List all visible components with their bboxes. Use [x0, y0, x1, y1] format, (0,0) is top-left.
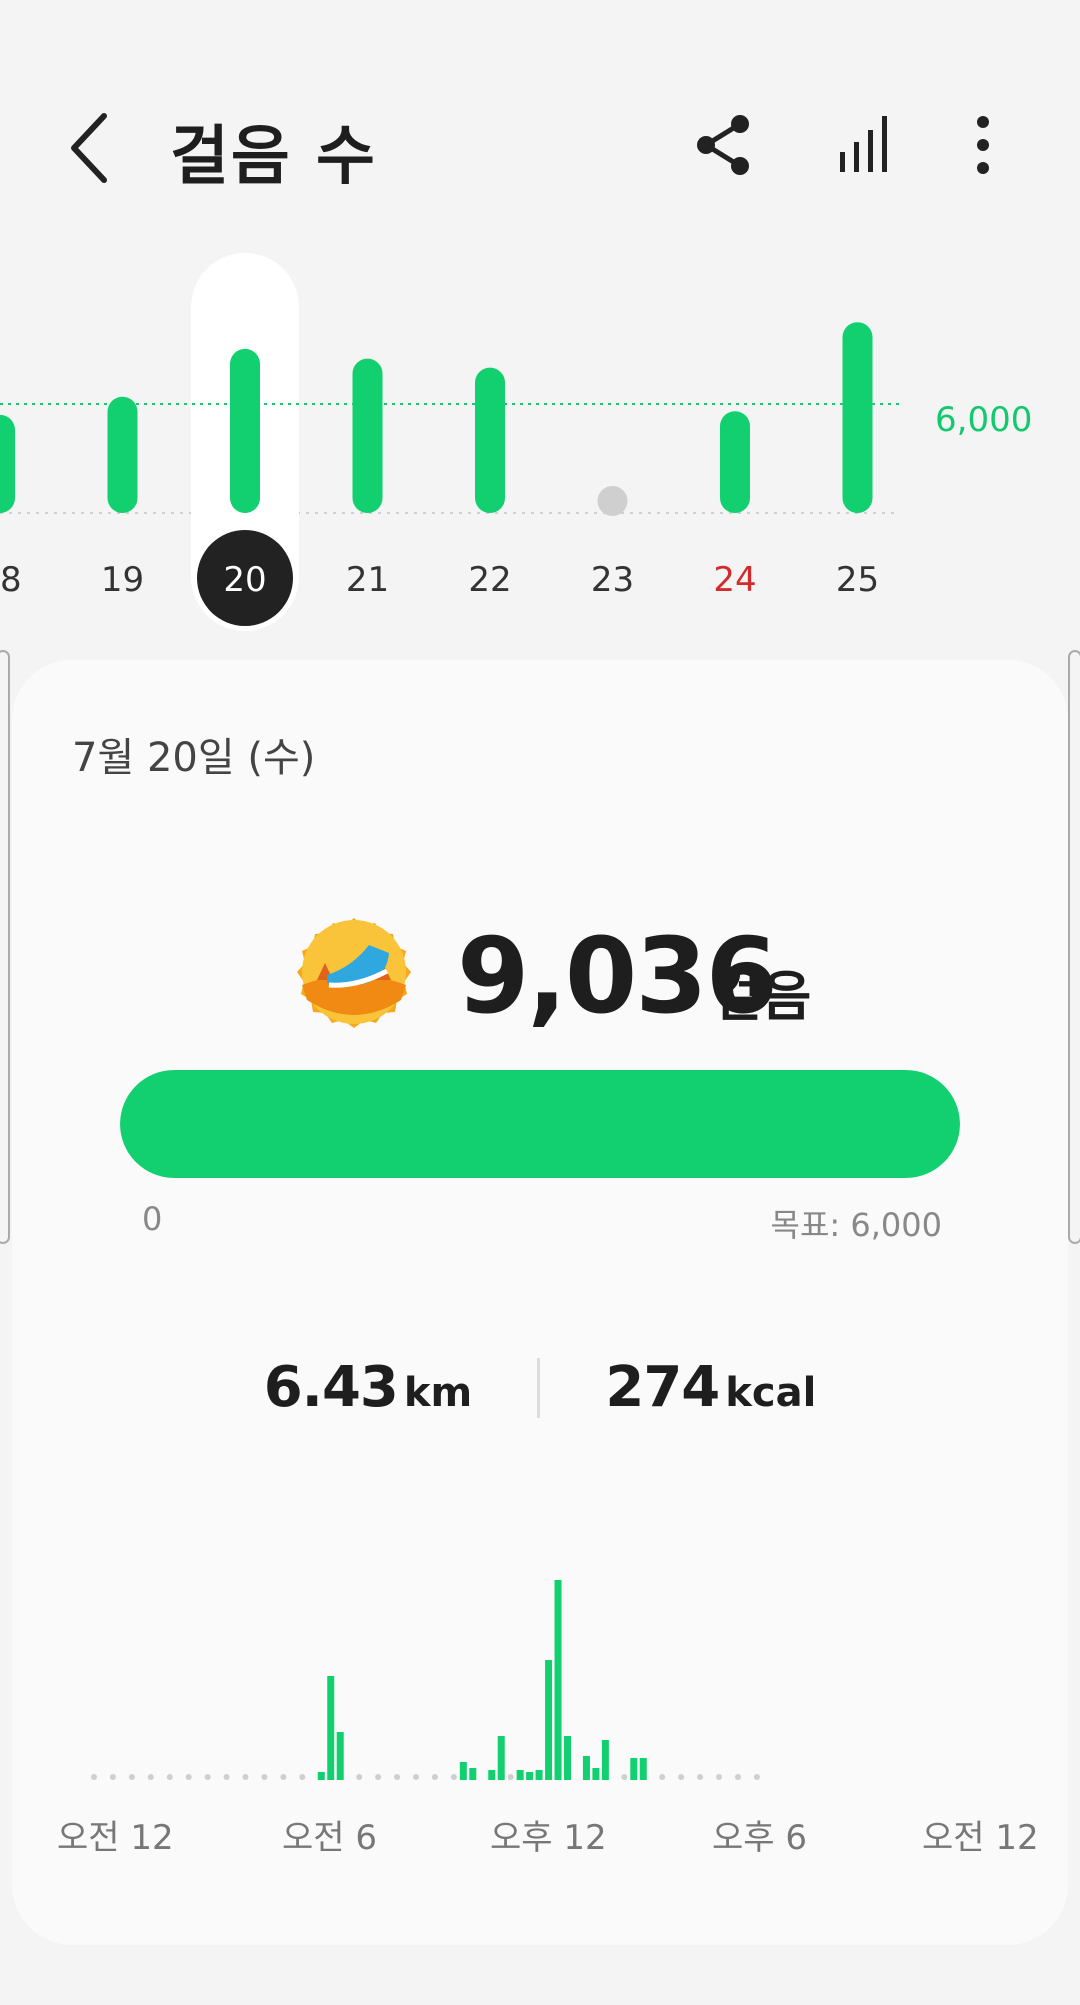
- hourly-empty-dot: [697, 1774, 704, 1780]
- hourly-empty-dot: [109, 1774, 116, 1780]
- distance-stat: 6.43 km: [264, 1355, 472, 1420]
- hourly-empty-dot: [223, 1774, 230, 1780]
- stats-row: 6.43 km 274 kcal: [12, 1355, 1068, 1420]
- day-empty-dot-23: [597, 486, 628, 516]
- hourly-tick-label: 오후 6: [712, 1818, 807, 1858]
- hourly-bar: [317, 1772, 325, 1780]
- hourly-bar: [582, 1756, 590, 1780]
- progress-bar-fill: [120, 1070, 960, 1178]
- achievement-badge-icon[interactable]: [287, 905, 422, 1040]
- weekly-chart-svg: 18 19 20 21 22 23 24 25: [0, 253, 900, 631]
- distance-unit: km: [403, 1370, 473, 1416]
- day-bar-18: [0, 414, 15, 513]
- day-bar-25: [842, 322, 873, 513]
- hourly-empty-dot: [375, 1774, 382, 1780]
- distance-value: 6.43: [263, 1355, 399, 1420]
- progress-bar: [120, 1070, 960, 1178]
- hourly-empty-dot: [91, 1774, 97, 1780]
- day-bar-22: [475, 367, 505, 513]
- hourly-empty-dot: [261, 1774, 268, 1780]
- hourly-empty-dot: [659, 1774, 666, 1780]
- goal-line-label: 6,000: [935, 400, 1033, 440]
- hourly-bar: [554, 1580, 562, 1780]
- day-label-25: 25: [836, 560, 879, 600]
- hourly-empty-dot: [166, 1774, 173, 1780]
- hourly-bar: [545, 1660, 553, 1780]
- hourly-bar: [630, 1758, 638, 1780]
- day-label-22: 22: [468, 560, 511, 600]
- hourly-empty-dot: [450, 1774, 457, 1780]
- day-bar-19: [107, 396, 138, 513]
- day-detail-card: 7월 20일 (수) 9,036 걸음 0 목표: 6,000 6.43 km 2…: [12, 660, 1068, 1945]
- day-label-21: 21: [346, 560, 389, 600]
- hourly-bar: [535, 1770, 543, 1780]
- day-label-20: 20: [223, 560, 266, 600]
- bar-chart-icon[interactable]: [830, 110, 900, 180]
- next-card-edge[interactable]: [1068, 650, 1080, 1244]
- hourly-bar: [327, 1676, 335, 1780]
- hourly-tick-label: 오전 12: [57, 1818, 174, 1858]
- day-bar-24: [720, 411, 750, 513]
- day-label-19: 19: [101, 560, 144, 600]
- hourly-empty-dot: [242, 1774, 249, 1780]
- back-arrow-icon[interactable]: [62, 108, 122, 188]
- hourly-empty-dot: [204, 1774, 211, 1780]
- weekly-chart[interactable]: 18 19 20 21 22 23 24 25 6,000: [0, 245, 1080, 645]
- day-label-23: 23: [591, 560, 634, 600]
- hourly-empty-dot: [299, 1774, 306, 1780]
- day-bar-20: [230, 348, 260, 513]
- hourly-bar: [516, 1770, 524, 1780]
- hourly-empty-dot: [753, 1774, 760, 1780]
- hourly-bar: [488, 1770, 496, 1780]
- share-icon[interactable]: [690, 110, 760, 180]
- hourly-empty-dot: [734, 1774, 741, 1780]
- hourly-empty-dot: [185, 1774, 192, 1780]
- hourly-bar: [497, 1736, 505, 1780]
- hourly-bar: [469, 1768, 477, 1780]
- hourly-empty-dot: [394, 1774, 401, 1780]
- hourly-bar: [592, 1768, 600, 1780]
- hourly-bar: [601, 1740, 609, 1780]
- hourly-empty-dot: [412, 1774, 419, 1780]
- goal-text: 목표: 6,000: [770, 1206, 942, 1244]
- more-vertical-icon[interactable]: [948, 110, 1018, 180]
- stats-divider: [537, 1357, 541, 1418]
- hourly-empty-dot: [716, 1774, 723, 1780]
- hourly-bar: [639, 1758, 647, 1780]
- step-unit: 걸음: [712, 965, 812, 1028]
- day-label-24: 24: [713, 560, 756, 600]
- hourly-empty-dot: [147, 1774, 154, 1780]
- day-label-18: 18: [0, 560, 22, 600]
- selected-date: 7월 20일 (수): [72, 735, 316, 781]
- hourly-empty-dot: [280, 1774, 287, 1780]
- page-title: 걸음 수: [170, 120, 377, 194]
- hourly-bar: [564, 1736, 571, 1780]
- hourly-empty-dot: [678, 1774, 685, 1780]
- hourly-empty-dot: [431, 1774, 438, 1780]
- prev-card-edge[interactable]: [0, 650, 10, 1244]
- hourly-tick-label: 오후 12: [490, 1818, 607, 1858]
- hourly-tick-label: 오전 12: [922, 1818, 1039, 1858]
- hourly-empty-dot: [356, 1774, 363, 1780]
- hourly-tick-label: 오전 6: [282, 1818, 377, 1858]
- calories-value: 274: [605, 1355, 720, 1420]
- hourly-empty-dot: [621, 1774, 628, 1780]
- day-bar-21: [352, 358, 383, 513]
- calories-unit: kcal: [725, 1370, 817, 1416]
- hourly-bar: [336, 1732, 344, 1780]
- calories-stat: 274 kcal: [605, 1355, 816, 1420]
- progress-start-label: 0: [142, 1200, 163, 1238]
- hourly-empty-dot: [128, 1774, 135, 1780]
- hourly-bar: [526, 1772, 534, 1780]
- hourly-bar: [459, 1762, 467, 1780]
- hourly-chart[interactable]: [12, 1550, 1068, 1810]
- hourly-empty-dot: [507, 1774, 514, 1780]
